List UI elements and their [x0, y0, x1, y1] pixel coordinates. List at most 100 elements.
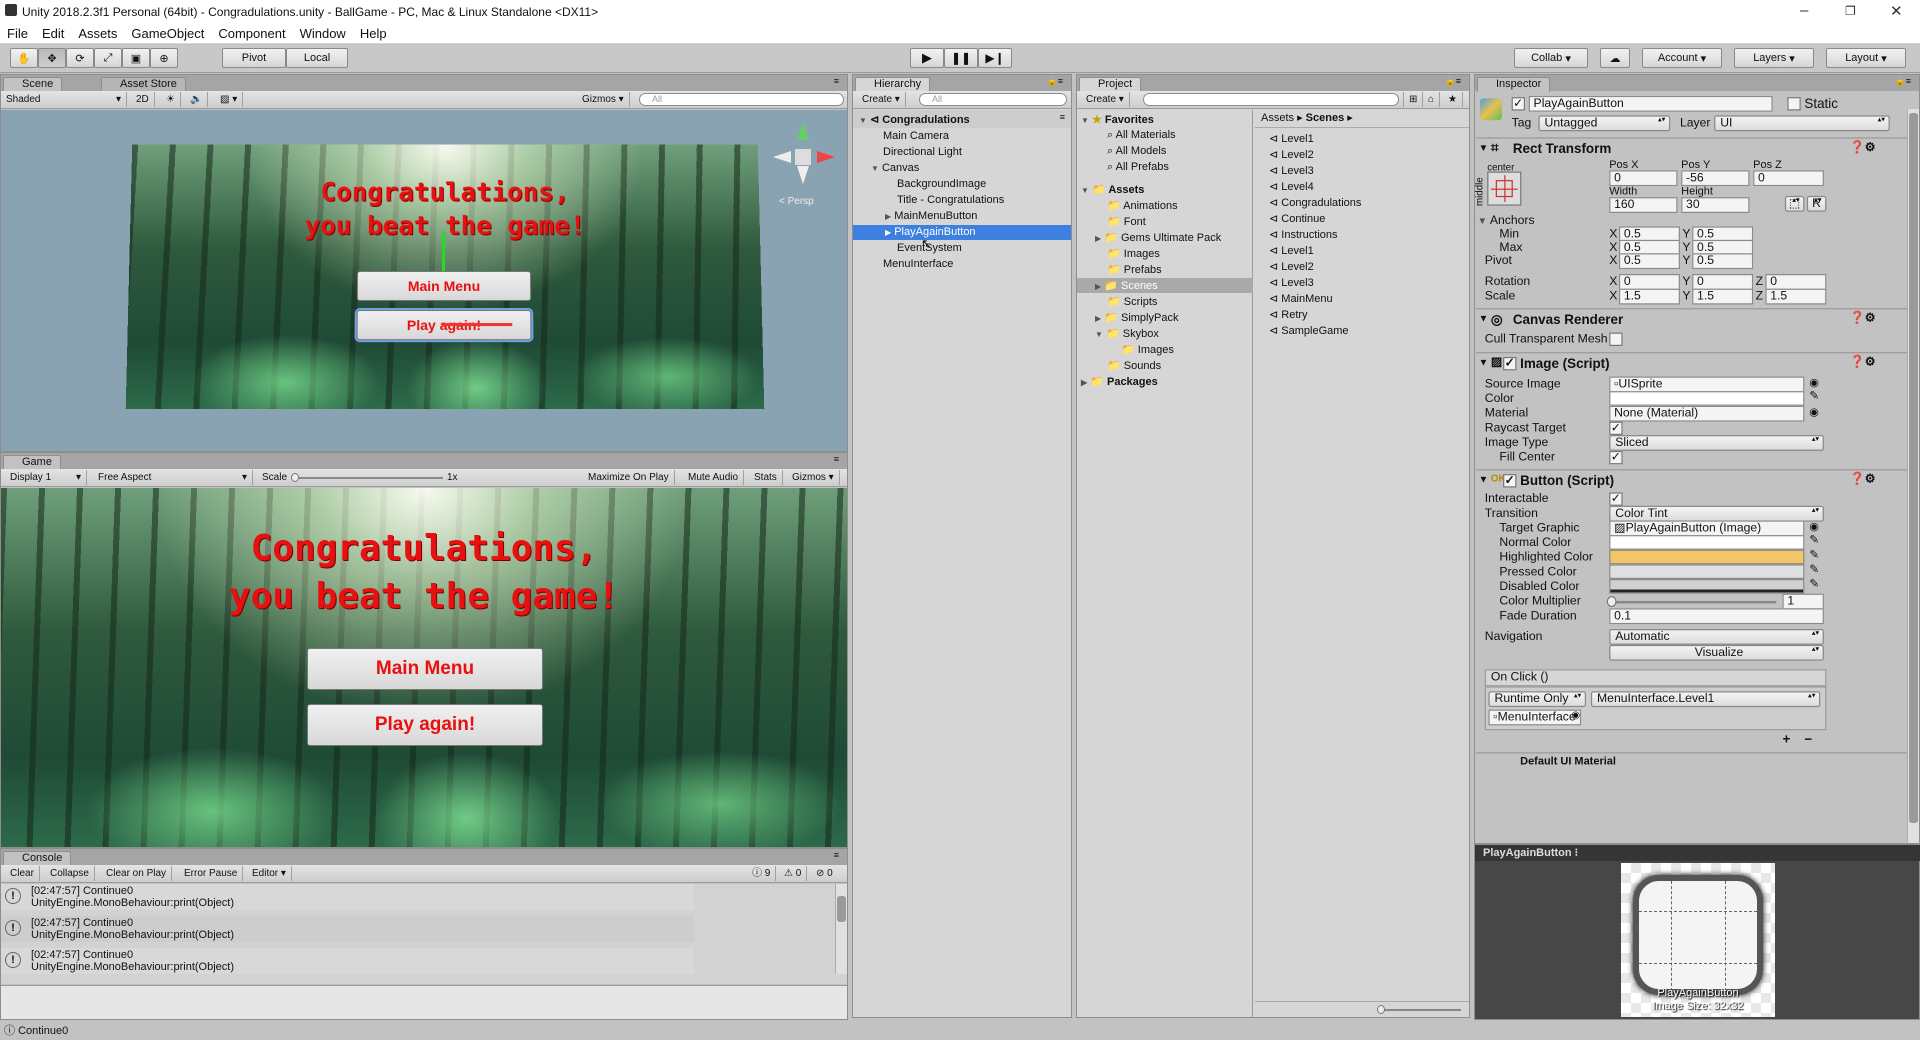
- help-icon[interactable]: ❓⚙: [1850, 473, 1876, 486]
- scene-main-menu-button[interactable]: Main Menu: [356, 271, 532, 301]
- menu-assets[interactable]: Assets: [71, 24, 124, 44]
- tab-scene[interactable]: Scene: [3, 77, 63, 92]
- console-scroll-thumb[interactable]: [837, 896, 846, 922]
- inspector-scroll-thumb[interactable]: [1909, 113, 1918, 823]
- posz-field[interactable]: 0: [1753, 170, 1824, 187]
- 2d-toggle[interactable]: 2D: [131, 92, 155, 107]
- static-checkbox[interactable]: [1787, 97, 1801, 111]
- effects-toggle-icon[interactable]: ▨ ▾: [215, 92, 244, 107]
- navigation-dropdown[interactable]: Automatic: [1609, 629, 1824, 645]
- close-icon[interactable]: ✕: [1890, 2, 1903, 20]
- folder-animations[interactable]: 📁 Animations: [1107, 199, 1178, 212]
- tag-dropdown[interactable]: Untagged: [1538, 115, 1671, 132]
- menu-file[interactable]: File: [0, 24, 35, 44]
- local-button[interactable]: Local: [286, 48, 348, 68]
- scale-slider[interactable]: Scale 1x: [257, 470, 583, 485]
- menu-window[interactable]: Window: [293, 24, 353, 44]
- favorite-all-models[interactable]: ⌕ All Models: [1107, 145, 1166, 158]
- scene-orientation-gizmo-icon[interactable]: [769, 122, 839, 192]
- object-picker-icon[interactable]: ◉: [1809, 376, 1819, 389]
- game-viewport[interactable]: Congratulations, you beat the game! Main…: [1, 488, 847, 847]
- collapse-triangle-icon[interactable]: ▶: [885, 212, 891, 221]
- hierarchy-item-menu-interface[interactable]: MenuInterface: [883, 258, 953, 270]
- favorite-all-materials[interactable]: ⌕ All Materials: [1107, 129, 1176, 142]
- transform-tool-icon[interactable]: ⊕: [150, 48, 178, 68]
- console-row[interactable]: ! [02:47:57] Continue0 UnityEngine.MonoB…: [1, 948, 694, 974]
- anchors-label[interactable]: ▼ Anchors: [1477, 214, 1534, 227]
- raw-edit-icon[interactable]: R: [1806, 195, 1827, 212]
- scene-file-level1[interactable]: ⊲ Level1: [1269, 132, 1314, 145]
- menu-edit[interactable]: Edit: [35, 24, 71, 44]
- packages-header[interactable]: ▶ 📁 Packages: [1081, 375, 1158, 388]
- preview-header[interactable]: PlayAgainButton ⁝: [1475, 845, 1920, 861]
- layers-button[interactable]: Layers ▾: [1734, 48, 1814, 68]
- tab-console[interactable]: Console: [3, 851, 72, 866]
- pivot-y-field[interactable]: 0.5: [1692, 253, 1754, 270]
- anchor-preset-icon[interactable]: [1487, 171, 1522, 206]
- scene-file-level2[interactable]: ⊲ Level2: [1269, 148, 1314, 161]
- favorites-header[interactable]: ▼ ★ Favorites: [1081, 113, 1154, 126]
- help-icon[interactable]: ❓⚙: [1850, 312, 1876, 325]
- icon-size-thumb[interactable]: [1377, 1005, 1385, 1014]
- posy-field[interactable]: -56: [1681, 170, 1750, 187]
- folder-prefabs[interactable]: 📁 Prefabs: [1107, 263, 1162, 276]
- console-log-count[interactable]: ⓘ 9: [747, 866, 777, 881]
- color-multiplier-thumb[interactable]: [1606, 596, 1617, 608]
- hierarchy-item-main-camera[interactable]: Main Camera: [883, 130, 949, 142]
- cloud-icon[interactable]: ☁: [1600, 48, 1630, 68]
- assets-header[interactable]: ▼ 📁 Assets: [1081, 183, 1144, 196]
- rect-tool-icon[interactable]: ▣: [122, 48, 150, 68]
- hierarchy-create-dropdown[interactable]: Create ▾: [857, 92, 906, 107]
- runtime-only-dropdown[interactable]: Runtime Only: [1488, 691, 1587, 708]
- panel-menu-icon[interactable]: ≡: [834, 76, 839, 86]
- target-graphic-field[interactable]: ▨PlayAgainButton (Image): [1609, 520, 1805, 537]
- console-collapse-toggle[interactable]: Collapse: [45, 866, 95, 881]
- active-checkbox[interactable]: ✓: [1511, 97, 1526, 111]
- normal-color-swatch[interactable]: [1609, 535, 1805, 550]
- hierarchy-item-canvas[interactable]: ▼ Canvas: [871, 162, 919, 174]
- scene-file-mainmenu[interactable]: ⊲ MainMenu: [1269, 292, 1333, 305]
- console-warning-count[interactable]: ⚠ 0: [779, 866, 808, 881]
- menu-help[interactable]: Help: [353, 24, 394, 44]
- console-scrollbar[interactable]: [835, 884, 847, 974]
- onclick-target-field[interactable]: ▫MenuInterface: [1488, 709, 1582, 726]
- breadcrumb-scenes[interactable]: Scenes: [1306, 112, 1345, 124]
- project-create-dropdown[interactable]: Create ▾: [1081, 92, 1130, 107]
- pause-icon[interactable]: ❚❚: [944, 48, 978, 68]
- object-name-input[interactable]: PlayAgainButton: [1528, 95, 1773, 112]
- move-gizmo-y-icon[interactable]: [442, 231, 445, 272]
- display-dropdown[interactable]: Display 1 ▾: [5, 470, 87, 485]
- scene-file-level3b[interactable]: ⊲ Level3: [1269, 276, 1314, 289]
- search-by-type-icon[interactable]: ⊞: [1403, 92, 1424, 107]
- default-ui-material-header[interactable]: Default UI Material: [1476, 752, 1909, 765]
- restore-icon[interactable]: ❐: [1845, 4, 1856, 18]
- scale-x-field[interactable]: 1.5: [1618, 288, 1680, 305]
- cull-checkbox[interactable]: [1609, 332, 1623, 346]
- object-picker-icon[interactable]: ◉: [1809, 520, 1819, 533]
- fade-duration-field[interactable]: 0.1: [1609, 608, 1824, 625]
- game-panel-menu-icon[interactable]: ≡: [834, 454, 839, 464]
- hierarchy-item-background-image[interactable]: BackgroundImage: [897, 178, 986, 190]
- folder-scripts[interactable]: 📁 Scripts: [1107, 295, 1157, 308]
- button-script-header[interactable]: ▼ OK ✓ Button (Script) ❓⚙: [1476, 469, 1909, 492]
- scale-tool-icon[interactable]: ⤢: [94, 48, 122, 68]
- object-picker-icon[interactable]: ◉: [1809, 406, 1819, 419]
- image-color-swatch[interactable]: [1609, 391, 1805, 406]
- remove-event-button[interactable]: −: [1804, 733, 1812, 748]
- shading-dropdown[interactable]: Shaded ▾: [1, 92, 127, 107]
- button-enabled-checkbox[interactable]: ✓: [1503, 474, 1517, 488]
- menu-component[interactable]: Component: [211, 24, 292, 44]
- pressed-color-swatch[interactable]: [1609, 564, 1805, 579]
- function-dropdown[interactable]: MenuInterface.Level1: [1590, 691, 1821, 708]
- project-search-input[interactable]: [1143, 93, 1399, 106]
- help-icon[interactable]: ❓⚙: [1850, 141, 1876, 154]
- rotation-y-field[interactable]: 0: [1692, 274, 1754, 290]
- width-field[interactable]: 160: [1609, 197, 1678, 213]
- eyedropper-icon[interactable]: ✎: [1809, 578, 1819, 591]
- inspector-menu-icon[interactable]: 🔒≡: [1895, 76, 1911, 87]
- raycast-checkbox[interactable]: ✓: [1609, 421, 1623, 436]
- hierarchy-menu-icon[interactable]: 🔒≡: [1047, 76, 1063, 87]
- folder-skybox-images[interactable]: 📁 Images: [1121, 343, 1174, 356]
- move-gizmo-x-icon[interactable]: [441, 323, 513, 327]
- color-multiplier-field[interactable]: 1: [1782, 593, 1824, 610]
